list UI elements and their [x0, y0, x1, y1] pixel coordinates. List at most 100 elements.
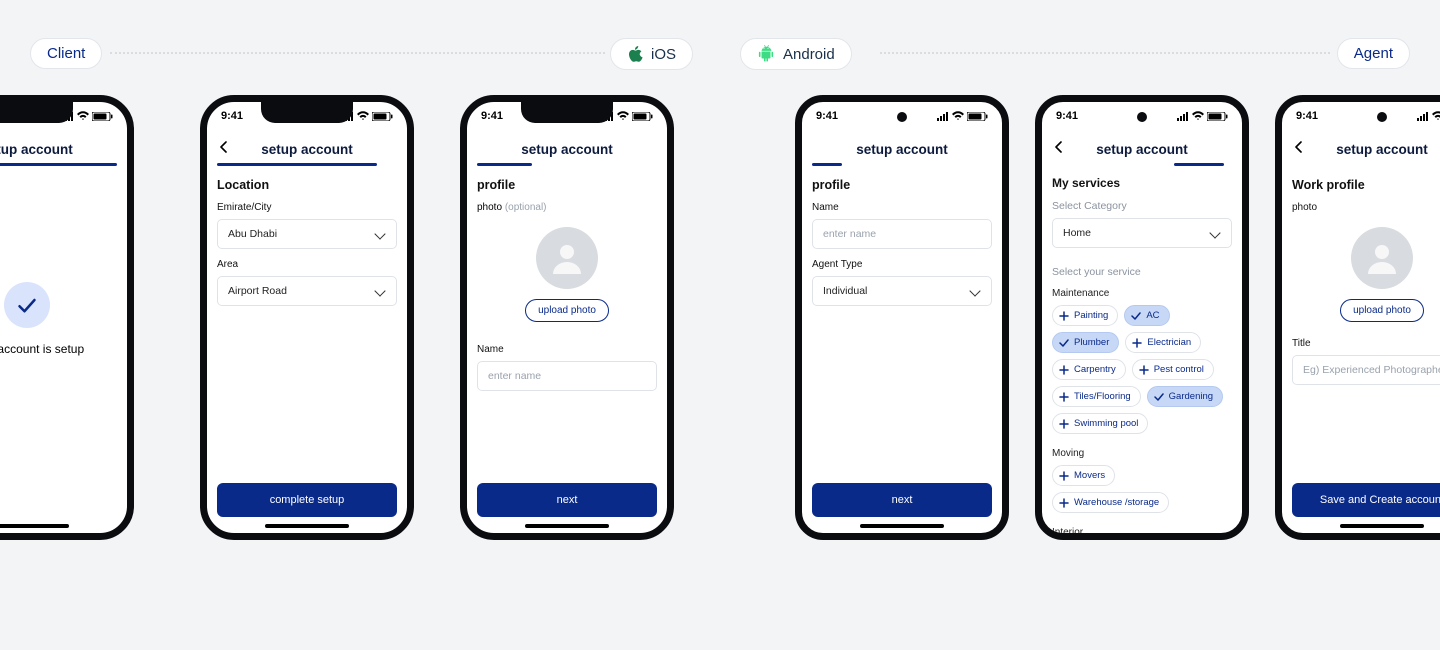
plus-icon: [1059, 311, 1069, 321]
chip-warehouse[interactable]: Warehouse /storage: [1052, 492, 1169, 513]
avatar-placeholder: [1351, 227, 1413, 289]
plus-icon: [1059, 419, 1069, 429]
category-select[interactable]: Home: [1052, 218, 1232, 248]
next-button[interactable]: next: [812, 483, 992, 517]
progress-underline: [1174, 163, 1224, 166]
photo-label: photo: [1292, 202, 1440, 213]
battery-icon: [1207, 112, 1228, 121]
upload-photo-button[interactable]: upload photo: [525, 299, 609, 322]
signal-icon: [937, 112, 949, 121]
progress-underline: [0, 163, 117, 166]
battery-icon: [632, 112, 653, 121]
check-icon: [1131, 311, 1141, 321]
apple-icon: [627, 45, 643, 63]
chip-ac[interactable]: AC: [1124, 305, 1169, 326]
phone-profile-client: 9:41 setup account profile photo (option…: [460, 95, 674, 540]
wifi-icon: [952, 111, 964, 121]
chip-electrician[interactable]: Electrician: [1125, 332, 1201, 353]
agent-type-select[interactable]: Individual: [812, 276, 992, 306]
screen-title: setup account: [261, 142, 353, 157]
services-heading: My services: [1052, 176, 1232, 190]
screen-title: setup account: [1096, 142, 1188, 157]
wifi-icon: [77, 111, 89, 121]
emirate-select[interactable]: Abu Dhabi: [217, 219, 397, 249]
screen-title-row: setup account: [1282, 134, 1440, 164]
chip-pest-control[interactable]: Pest control: [1132, 359, 1214, 380]
wifi-icon: [1432, 111, 1440, 121]
section-heading: profile: [812, 178, 992, 192]
signal-icon: [1177, 112, 1189, 121]
select-service-label: Select your service: [1052, 266, 1232, 278]
select-category-label: Select Category: [1052, 200, 1232, 212]
progress-underline: [217, 163, 377, 166]
section-heading: profile: [477, 178, 657, 192]
screen-title: setup account: [856, 142, 948, 157]
battery-icon: [372, 112, 393, 121]
emirate-label: Emirate/City: [217, 202, 397, 213]
avatar-placeholder: [536, 227, 598, 289]
name-label: Name: [812, 202, 992, 213]
plus-icon: [1059, 392, 1069, 402]
maintenance-chips: Painting AC Plumber Electrician Carpentr…: [1052, 305, 1232, 434]
screen-title-row: setup account: [207, 134, 407, 164]
chip-movers[interactable]: Movers: [1052, 465, 1115, 486]
moving-chips: Movers Warehouse /storage: [1052, 465, 1232, 513]
name-input[interactable]: enter name: [812, 219, 992, 249]
success-check-icon: [4, 282, 50, 328]
back-icon[interactable]: [219, 140, 229, 158]
home-indicator: [860, 524, 944, 528]
home-indicator: [525, 524, 609, 528]
tag-ios-label: iOS: [651, 46, 676, 63]
plus-icon: [1059, 471, 1069, 481]
status-time: 9:41: [1056, 110, 1078, 122]
status-time: 9:41: [816, 110, 838, 122]
android-icon: [757, 45, 775, 63]
chip-gardening[interactable]: Gardening: [1147, 386, 1223, 407]
area-label: Area: [217, 259, 397, 270]
photo-label: photo: [477, 202, 502, 213]
check-icon: [1154, 392, 1164, 402]
phone-success: 9:41 setup account Your account is setup: [0, 95, 134, 540]
chip-painting[interactable]: Painting: [1052, 305, 1118, 326]
home-indicator: [265, 524, 349, 528]
chip-plumber[interactable]: Plumber: [1052, 332, 1119, 353]
next-button[interactable]: next: [477, 483, 657, 517]
group-maintenance: Maintenance: [1052, 288, 1232, 299]
phone-work-profile: 9:41 setup account Work profile photo up…: [1275, 95, 1440, 540]
phone-location: 9:41 setup account Location Emirate/City…: [200, 95, 414, 540]
back-icon[interactable]: [1054, 140, 1064, 158]
back-icon[interactable]: [1294, 140, 1304, 158]
notch: [0, 101, 73, 123]
chip-swimming-pool[interactable]: Swimming pool: [1052, 413, 1148, 434]
battery-icon: [967, 112, 988, 121]
status-bar: 9:41: [1282, 106, 1440, 126]
camera-hole: [1137, 112, 1147, 122]
plus-icon: [1059, 498, 1069, 508]
complete-setup-button[interactable]: complete setup: [217, 483, 397, 517]
name-input[interactable]: enter name: [477, 361, 657, 391]
area-select[interactable]: Airport Road: [217, 276, 397, 306]
camera-hole: [1377, 112, 1387, 122]
camera-hole: [897, 112, 907, 122]
chip-carpentry[interactable]: Carpentry: [1052, 359, 1126, 380]
photo-optional: (optional): [505, 202, 547, 213]
status-time: 9:41: [221, 110, 243, 122]
wifi-icon: [357, 111, 369, 121]
title-input[interactable]: Eg) Experienced Photographer: [1292, 355, 1440, 385]
notch: [521, 101, 613, 123]
group-moving: Moving: [1052, 448, 1232, 459]
chip-tiles-flooring[interactable]: Tiles/Flooring: [1052, 386, 1141, 407]
plus-icon: [1139, 365, 1149, 375]
section-heading: Location: [217, 178, 397, 192]
tag-android-label: Android: [783, 46, 835, 63]
connector-line-left: [110, 52, 605, 54]
title-label: Title: [1292, 338, 1440, 349]
status-time: 9:41: [1296, 110, 1318, 122]
screen-title-row: setup account: [467, 134, 667, 164]
save-create-account-button[interactable]: Save and Create account: [1292, 483, 1440, 517]
home-indicator: [0, 524, 69, 528]
upload-photo-button[interactable]: upload photo: [1340, 299, 1424, 322]
tag-ios: iOS: [610, 38, 693, 70]
success-message: Your account is setup: [0, 342, 117, 356]
home-indicator: [1340, 524, 1424, 528]
